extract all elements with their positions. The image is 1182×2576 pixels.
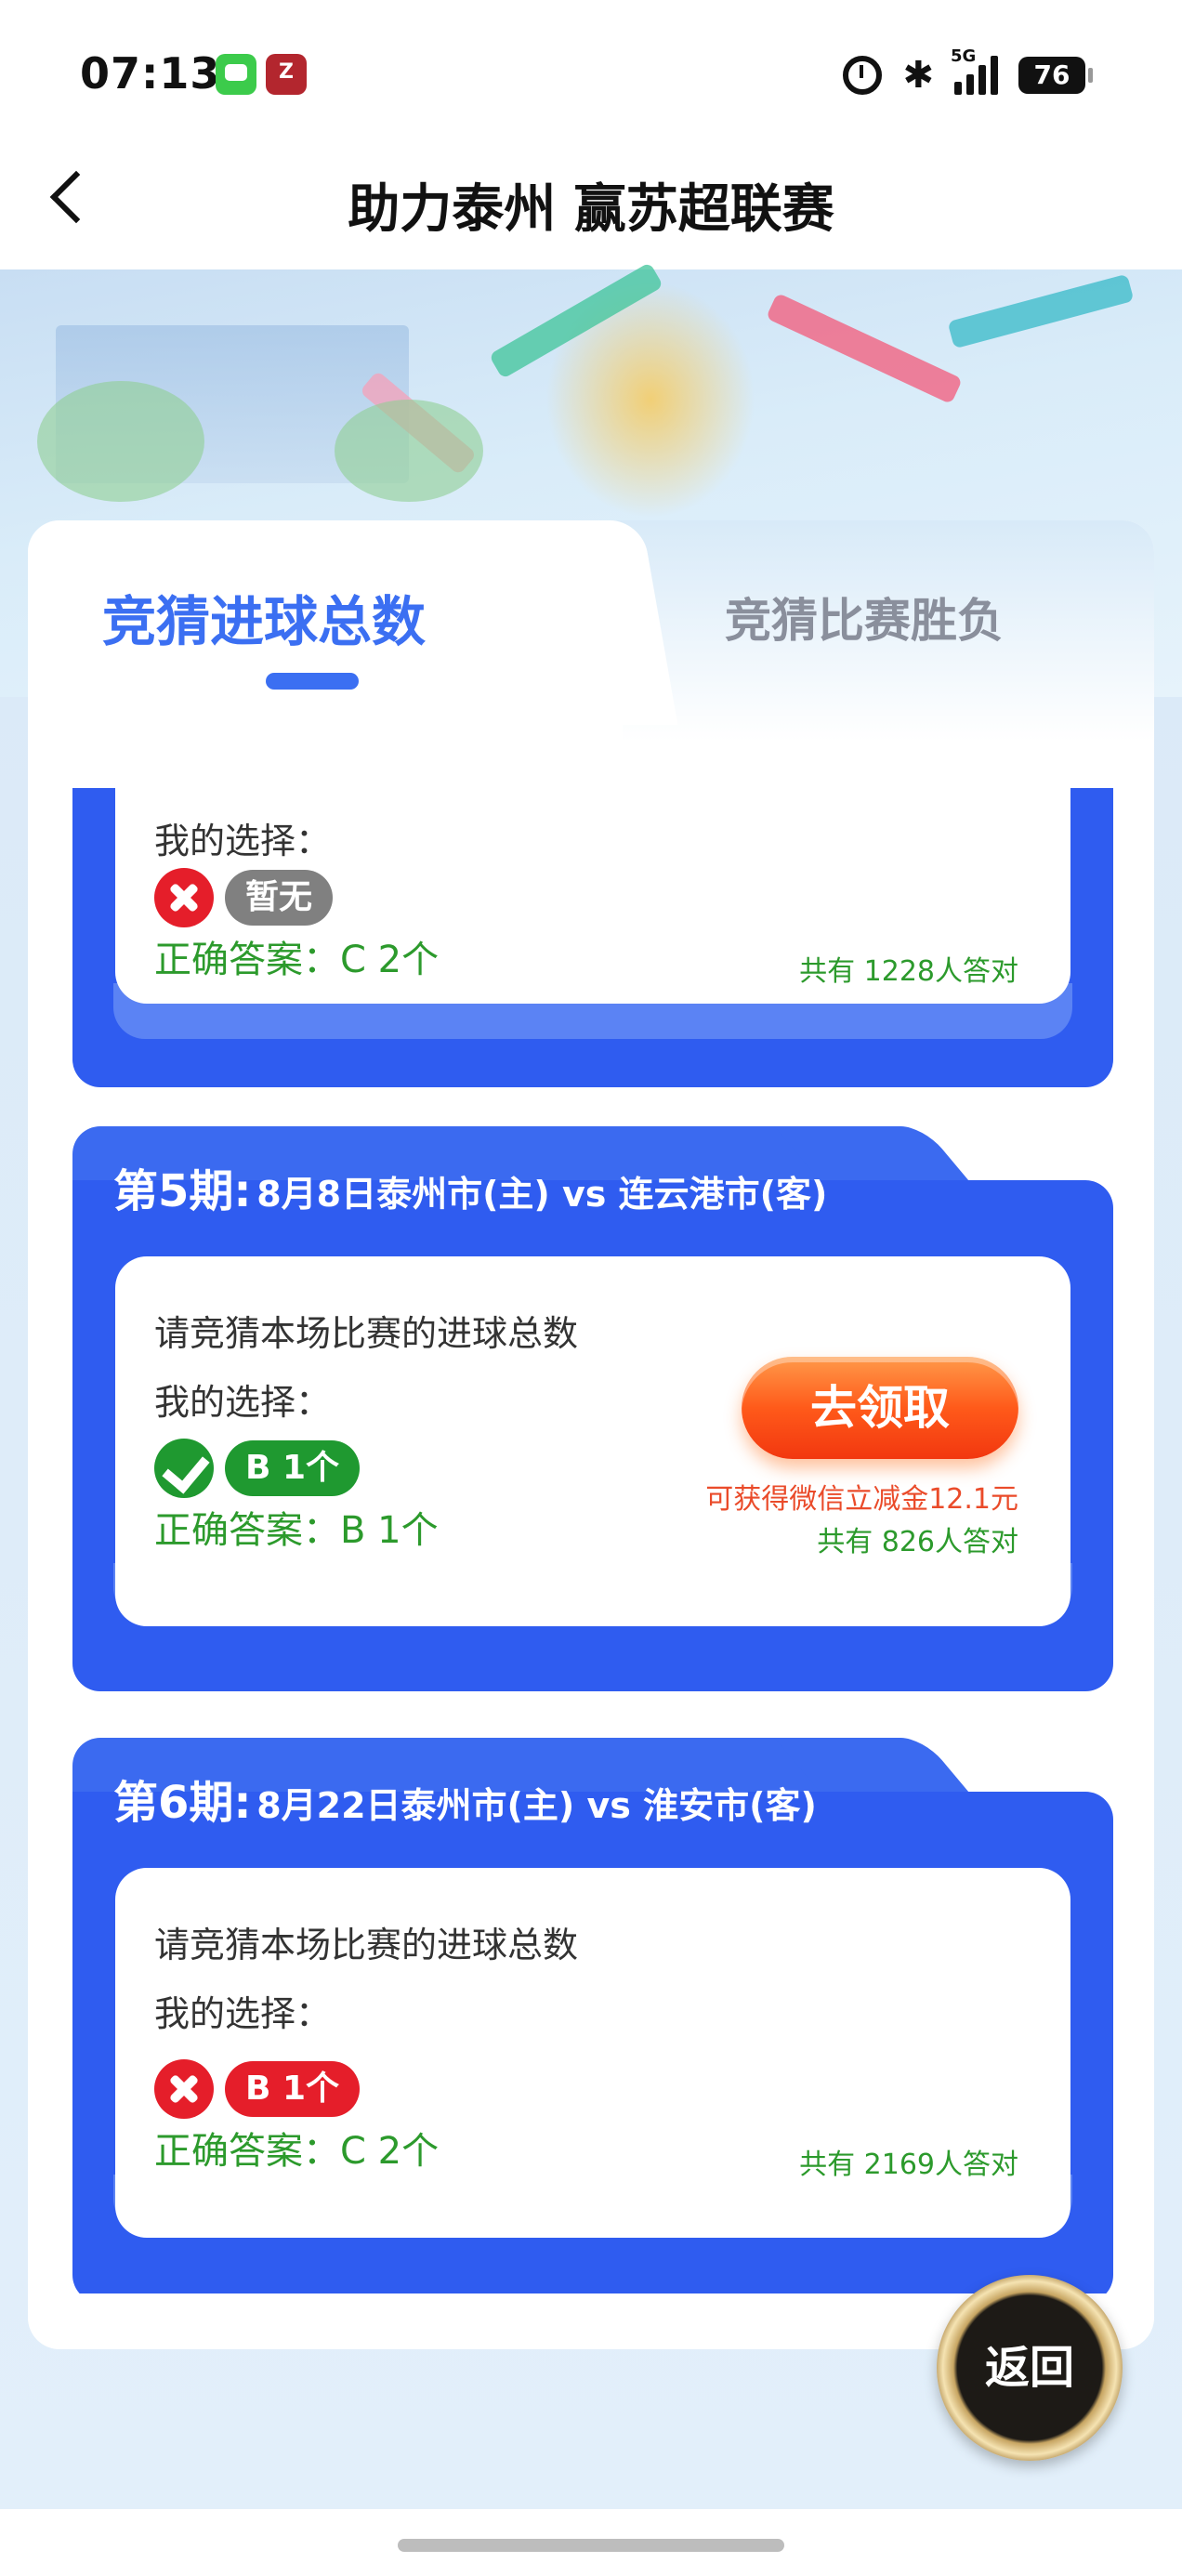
correct-count: 共有 826人答对 — [817, 1526, 1018, 1558]
card-title: 第5期: 8月8日泰州市(主) vs 连云港市(客) — [113, 1154, 827, 1219]
period-label: 第5期: — [113, 1165, 252, 1217]
correct-icon — [154, 1439, 214, 1498]
reward-text: 可获得微信立减金12.1元 — [705, 1483, 1018, 1516]
question-text: 请竞猜本场比赛的进球总数 — [154, 1313, 579, 1354]
choice-badge: 暂无 — [225, 870, 334, 926]
question-text: 请竞猜本场比赛的进球总数 — [154, 1925, 579, 1965]
status-bar: 07:13 Z ✱ 5G 76 — [0, 0, 1182, 149]
quiz-card: 我的选择： 暂无 正确答案：C 2个 共有 1228人答对 — [72, 788, 1113, 1087]
match-label: 8月8日泰州市(主) vs 连云港市(客) — [256, 1174, 828, 1215]
z-app-icon: Z — [266, 54, 307, 95]
correct-count: 共有 2169人答对 — [799, 2149, 1018, 2181]
system-icons: ✱ 5G 76 — [843, 46, 1093, 99]
match-label: 8月22日泰州市(主) vs 淮安市(客) — [256, 1785, 817, 1826]
network-type-label: 5G — [951, 46, 977, 66]
home-indicator[interactable] — [398, 2539, 784, 2552]
tab-total-goals[interactable]: 竞猜进球总数 — [102, 578, 426, 656]
signal-icon: 5G — [951, 46, 998, 95]
choice-badge: B 1个 — [225, 1440, 361, 1496]
return-button[interactable]: 返回 — [937, 2275, 1123, 2461]
quiz-card-period-5: 第5期: 8月8日泰州市(主) vs 连云港市(客) 请竞猜本场比赛的进球总数 … — [72, 1126, 1113, 1691]
card-title: 第6期: 8月22日泰州市(主) vs 淮安市(客) — [113, 1766, 817, 1831]
page-title: 助力泰州 赢苏超联赛 — [348, 179, 834, 240]
battery-icon: 76 — [1018, 57, 1093, 94]
my-choice-label: 我的选择： — [154, 821, 332, 861]
return-label: 返回 — [984, 2342, 1074, 2394]
my-choice-label: 我的选择： — [154, 1382, 332, 1423]
alarm-icon — [843, 56, 883, 95]
bluetooth-icon: ✱ — [902, 54, 934, 97]
wrong-icon — [154, 2059, 214, 2119]
tab-bar: 竞猜进球总数 竞猜比赛胜负 — [28, 520, 1154, 799]
quiz-list[interactable]: 我的选择： 暂无 正确答案：C 2个 共有 1228人答对 第5期: 8月8日泰… — [72, 788, 1113, 2293]
choice-badge: B 1个 — [225, 2061, 361, 2117]
claim-reward-button[interactable]: 去领取 — [742, 1357, 1018, 1459]
messages-app-icon — [216, 54, 256, 95]
my-choice-label: 我的选择： — [154, 1993, 332, 2034]
correct-answer: 正确答案：C 2个 — [154, 2130, 440, 2173]
correct-answer: 正确答案：B 1个 — [154, 1509, 439, 1552]
tab-match-result[interactable]: 竞猜比赛胜负 — [725, 584, 1004, 651]
correct-count: 共有 1228人答对 — [799, 955, 1018, 988]
status-time: 07:13 — [80, 48, 221, 99]
active-tab-indicator — [266, 673, 359, 690]
quiz-card-period-6: 第6期: 8月22日泰州市(主) vs 淮安市(客) 请竞猜本场比赛的进球总数 … — [72, 1738, 1113, 2293]
period-label: 第6期: — [113, 1777, 252, 1829]
wrong-icon — [154, 868, 214, 927]
correct-answer: 正确答案：C 2个 — [154, 939, 440, 981]
